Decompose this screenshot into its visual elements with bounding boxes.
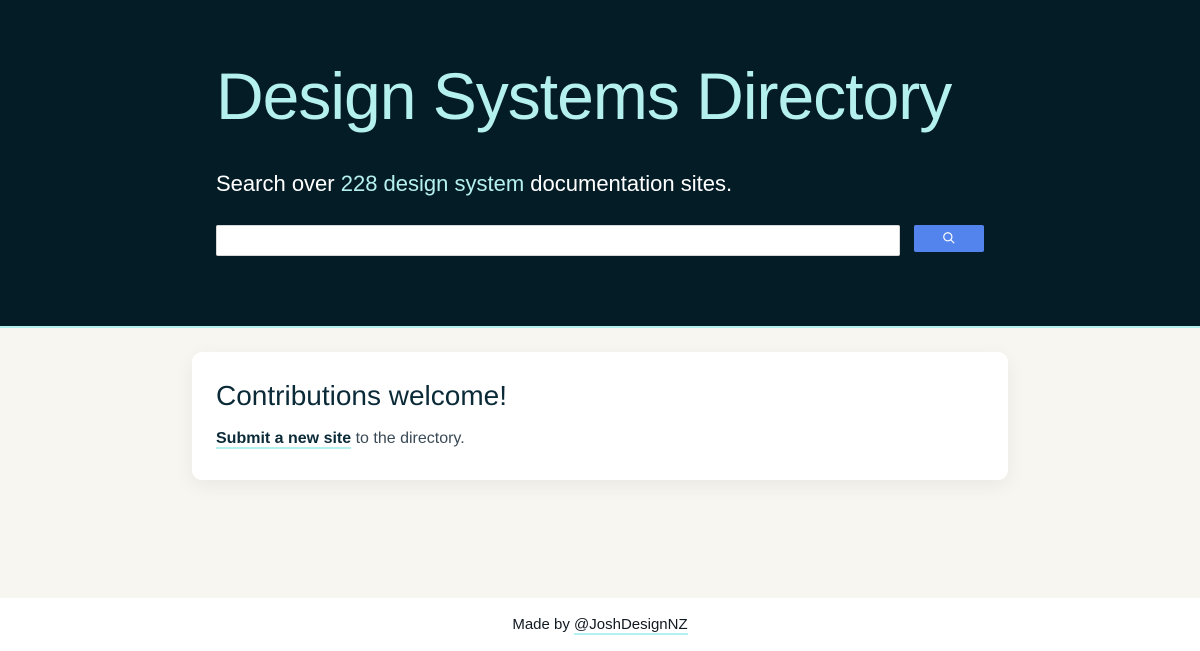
search-input[interactable]: [223, 228, 893, 253]
search-row: [216, 225, 984, 256]
subtitle-suffix: documentation sites.: [524, 171, 732, 196]
page-subtitle: Search over 228 design system documentat…: [216, 171, 984, 197]
footer-prefix: Made by: [512, 616, 574, 633]
footer: Made by @JoshDesignNZ: [0, 598, 1200, 651]
hero-section: Design Systems Directory Search over 228…: [0, 0, 1200, 328]
search-icon: [942, 231, 956, 245]
card-tail-text: to the directory.: [351, 430, 465, 447]
submit-site-link[interactable]: Submit a new site: [216, 430, 351, 449]
search-button[interactable]: [914, 225, 984, 252]
hero-container: Design Systems Directory Search over 228…: [216, 60, 984, 256]
content-area: Contributions welcome! Submit a new site…: [0, 328, 1200, 598]
footer-author-link[interactable]: @JoshDesignNZ: [574, 616, 688, 635]
subtitle-count: 228 design system: [341, 171, 524, 196]
search-input-wrap[interactable]: [216, 225, 900, 256]
contributions-card: Contributions welcome! Submit a new site…: [192, 352, 1008, 480]
page-title: Design Systems Directory: [216, 60, 984, 133]
card-text: Submit a new site to the directory.: [216, 430, 984, 448]
subtitle-prefix: Search over: [216, 171, 341, 196]
card-heading: Contributions welcome!: [216, 380, 984, 412]
